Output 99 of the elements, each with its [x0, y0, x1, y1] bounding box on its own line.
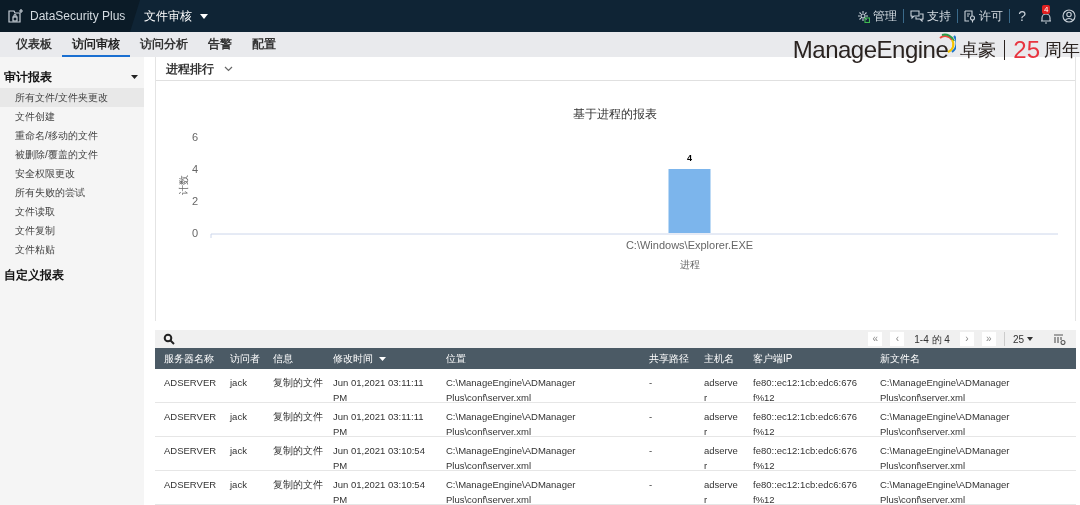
table-cell-text: 复制的文件: [272, 376, 324, 390]
column-header[interactable]: 客户端IP: [744, 351, 871, 366]
table-cell-text: 复制的文件: [272, 444, 324, 458]
table-cell-text: adserver: [703, 376, 739, 402]
table-cell-text: C:\ManageEngine\ADManager Plus\conf\server.xml: [879, 410, 1011, 436]
sidebar-item[interactable]: 安全权限更改: [0, 164, 144, 183]
notification-badge: 4: [1042, 5, 1051, 14]
brand-chinese-name: 卓豪: [960, 38, 997, 62]
table-cell-text: fe80::ec12:1cb:edc6:676f%12: [752, 478, 859, 504]
product-name: DataSecurity Plus: [30, 8, 126, 25]
sidebar-section-header[interactable]: 审计报表: [0, 67, 144, 87]
column-header[interactable]: 新文件名: [871, 351, 1076, 366]
next-page-button[interactable]: ›: [959, 332, 974, 346]
license-icon: [964, 9, 977, 23]
axis-tick-label: 6: [191, 131, 198, 143]
previous-page-button[interactable]: ‹: [890, 332, 905, 346]
table-cell-text: adserver: [703, 444, 739, 470]
sidebar-item[interactable]: 文件创建: [0, 107, 144, 126]
bar: [668, 169, 711, 233]
table-cell-text: C:\ManageEngine\ADManager Plus\conf\server.xml: [445, 376, 577, 402]
sidebar-item[interactable]: 所有文件/文件夹更改: [0, 88, 144, 107]
nav-tab[interactable]: 告警: [198, 32, 242, 57]
caret-icon: [200, 13, 208, 19]
table-cell-text: adserver: [703, 478, 739, 504]
table-cell-text: C:\ManageEngine\ADManager Plus\conf\server.xml: [445, 478, 577, 504]
sidebar-item[interactable]: 文件读取: [0, 202, 144, 221]
table-cell-text: jack: [228, 444, 248, 458]
column-header[interactable]: 访问者: [221, 351, 264, 366]
column-header[interactable]: 信息: [264, 351, 324, 366]
sidebar-item[interactable]: 被删除/覆盖的文件: [0, 145, 144, 164]
page-range: 1-4 的 4: [914, 332, 950, 347]
gear-icon: [857, 9, 871, 23]
sidebar-item[interactable]: 文件复制: [0, 221, 144, 240]
chevron-down-icon[interactable]: [224, 65, 233, 72]
table-cell-text: C:\ManageEngine\ADManager Plus\conf\server.xml: [879, 376, 1011, 402]
table-cell-text: ADSERVER: [163, 376, 218, 390]
anniversary-text: 周年: [1044, 38, 1080, 62]
license-link[interactable]: 许可: [964, 7, 1004, 25]
admin-link[interactable]: 管理: [857, 7, 898, 25]
column-settings-icon[interactable]: [1053, 333, 1066, 345]
lock-folder-icon: [8, 8, 24, 24]
table-cell-text: ADSERVER: [163, 410, 218, 424]
table-cell-text: C:\ManageEngine\ADManager Plus\conf\server.xml: [445, 444, 577, 470]
column-header[interactable]: 服务器名称: [155, 351, 221, 366]
support-link[interactable]: 支持: [910, 7, 952, 25]
table-cell-text: C:\ManageEngine\ADManager Plus\conf\server.xml: [879, 444, 1011, 470]
first-page-button[interactable]: «: [868, 332, 883, 346]
table-cell-text: -: [648, 478, 654, 492]
page-size-dropdown[interactable]: 25: [1012, 331, 1033, 347]
module-dropdown[interactable]: 文件审核: [144, 7, 208, 25]
nav-tab[interactable]: 仪表板: [6, 32, 62, 57]
table-cell-text: Jun 01,2021 03:11:11 PM: [332, 410, 425, 436]
axis-tick-label: 0: [191, 227, 198, 239]
sidebar-item[interactable]: 重命名/移动的文件: [0, 126, 144, 145]
table-cell-text: -: [648, 410, 654, 424]
table-cell-text: -: [648, 376, 654, 390]
table-cell-text: Jun 01,2021 03:11:11 PM: [332, 376, 425, 402]
table-cell-text: adserver: [703, 410, 739, 436]
table-cell-text: ADSERVER: [163, 478, 218, 492]
table-cell-text: jack: [228, 478, 248, 492]
table-cell-text: 复制的文件: [272, 410, 324, 424]
user-icon[interactable]: [1062, 9, 1076, 23]
sidebar-section-header[interactable]: 自定义报表: [0, 265, 144, 285]
chart-title: 基于进程的报表: [572, 107, 657, 121]
caret-icon: [1027, 337, 1033, 341]
table-cell-text: 复制的文件: [272, 478, 324, 492]
table-cell-text: C:\ManageEngine\ADManager Plus\conf\server.xml: [879, 478, 1011, 504]
anniversary-number: 25: [1013, 36, 1040, 64]
search-icon[interactable]: [163, 333, 175, 345]
sidebar-item[interactable]: 所有失败的尝试: [0, 183, 144, 202]
nav-tab[interactable]: 访问分析: [130, 32, 198, 57]
axis-tick-label: C:\Windows\Explorer.EXE: [625, 239, 754, 251]
table-cell-text: -: [648, 444, 654, 458]
column-header[interactable]: 位置: [437, 351, 640, 366]
last-page-button[interactable]: »: [981, 332, 996, 346]
table-cell-text: fe80::ec12:1cb:edc6:676f%12: [752, 444, 859, 470]
axis-title: 进程: [679, 259, 700, 270]
axis-title: 计数: [178, 175, 189, 195]
table-cell-text: jack: [228, 376, 248, 390]
data-label: 4: [687, 153, 692, 163]
table-cell-text: fe80::ec12:1cb:edc6:676f%12: [752, 410, 859, 436]
column-header[interactable]: 主机名: [695, 351, 744, 366]
sidebar-item[interactable]: 文件粘贴: [0, 240, 144, 259]
column-header[interactable]: 修改时间: [324, 351, 437, 366]
brand-logo-text: ManageEngine: [792, 36, 949, 64]
table-cell-text: Jun 01,2021 03:10:54 PM: [332, 444, 426, 470]
axis-tick-label: 4: [191, 163, 198, 175]
column-header[interactable]: 共享路径: [640, 351, 695, 366]
chat-bubbles-icon: [910, 10, 925, 22]
section-title: 进程排行: [166, 60, 214, 78]
help-button[interactable]: ?: [1016, 5, 1028, 27]
table-cell-text: Jun 01,2021 03:10:54 PM: [332, 478, 426, 504]
bell-icon[interactable]: [1040, 12, 1052, 24]
axis-tick-label: 2: [191, 195, 198, 207]
nav-tab[interactable]: 配置: [242, 32, 286, 57]
table-cell-text: ADSERVER: [163, 444, 218, 458]
table-cell-text: C:\ManageEngine\ADManager Plus\conf\server.xml: [445, 410, 577, 436]
table-cell-text: fe80::ec12:1cb:edc6:676f%12: [752, 376, 859, 402]
table-cell-text: jack: [228, 410, 248, 424]
